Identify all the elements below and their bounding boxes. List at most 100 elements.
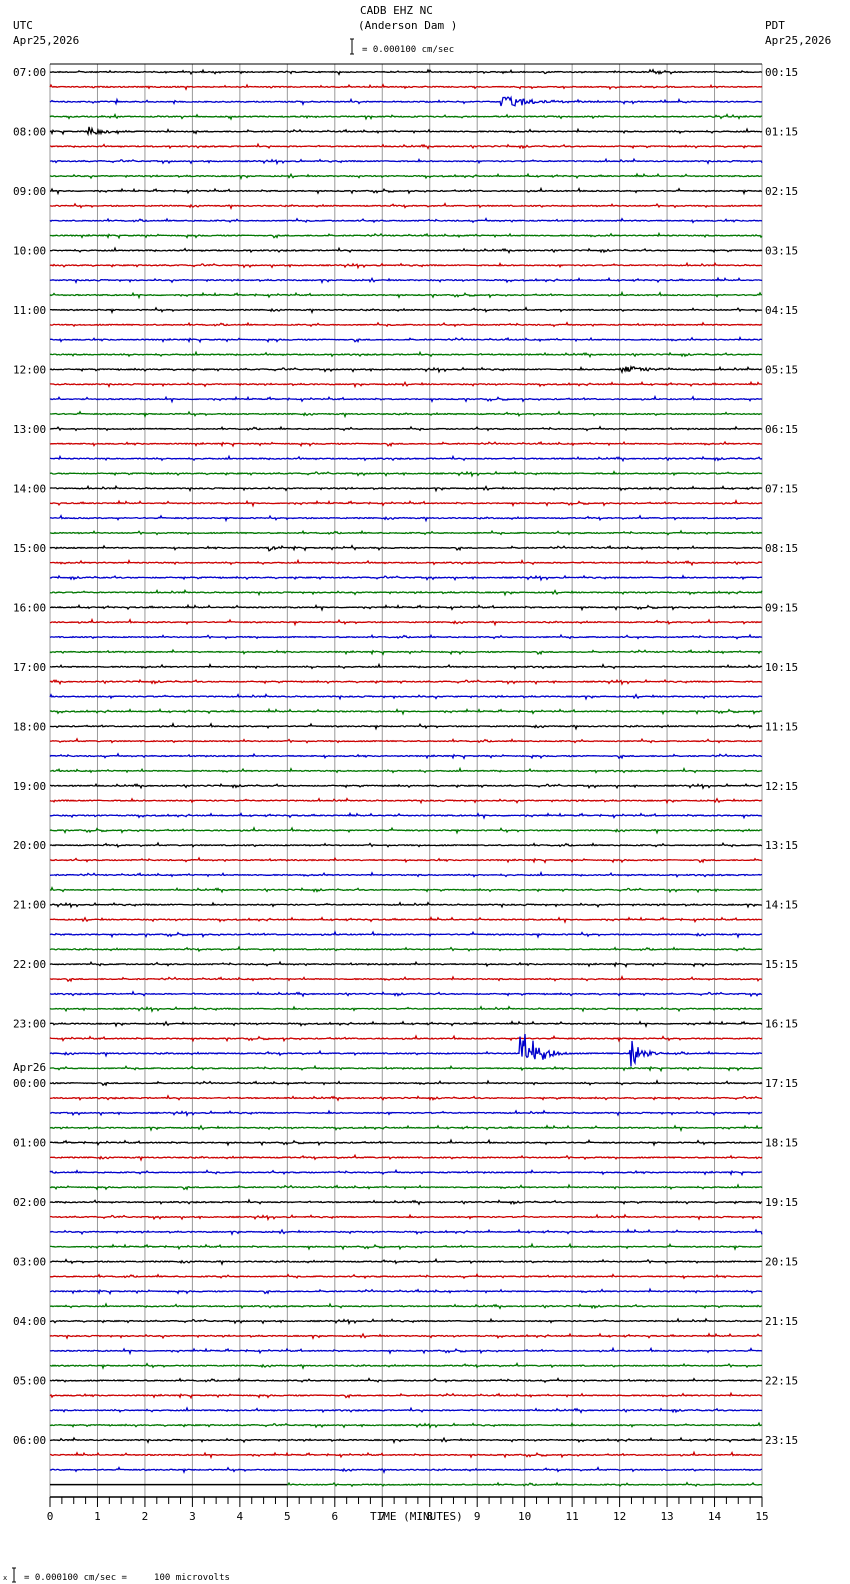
- seismic-trace: [49, 1198, 763, 1206]
- x-tick-label: 5: [284, 1510, 291, 1523]
- pdt-hour-label: 19:15: [765, 1196, 798, 1209]
- pdt-hour-label: 03:15: [765, 244, 798, 257]
- seismic-trace: [49, 290, 763, 300]
- seismic-trace: [49, 588, 763, 597]
- seismic-trace: [49, 380, 763, 389]
- seismic-trace: [49, 68, 763, 76]
- seismic-trace: [49, 112, 763, 121]
- seismic-trace: [49, 960, 763, 969]
- seismic-trace: [49, 574, 763, 582]
- utc-hour-label: 02:00: [13, 1196, 46, 1209]
- x-tick-label: 1: [94, 1510, 101, 1523]
- footer-scale-note: = 0.000100 cm/sec = 100 microvolts: [24, 1573, 230, 1583]
- x-tick-label: 15: [755, 1510, 768, 1523]
- seismic-trace: [49, 261, 763, 270]
- x-tick-label: 9: [474, 1510, 481, 1523]
- x-tick-label: 11: [566, 1510, 579, 1523]
- pdt-hour-label: 11:15: [765, 720, 798, 733]
- left-timezone: UTC: [13, 19, 33, 32]
- utc-hour-label: 05:00: [13, 1375, 46, 1388]
- seismic-trace: [49, 365, 763, 375]
- utc-hour-label: 00:00: [13, 1077, 46, 1090]
- pdt-hour-label: 21:15: [765, 1315, 798, 1328]
- utc-hour-label: 10:00: [13, 244, 46, 257]
- seismic-trace: [49, 1124, 763, 1133]
- pdt-hour-label: 14:15: [765, 899, 798, 912]
- seismic-trace: [49, 633, 763, 640]
- seismic-trace: [49, 930, 762, 939]
- seismic-trace: [50, 246, 763, 254]
- utc-hour-label: 09:00: [13, 185, 46, 198]
- seismic-trace: [49, 678, 763, 686]
- seismic-trace: [49, 410, 763, 419]
- pdt-hour-label: 08:15: [765, 542, 798, 555]
- utc-hour-label: 13:00: [13, 423, 46, 436]
- seismic-trace: [49, 737, 763, 744]
- utc-hour-label: 23:00: [13, 1018, 46, 1031]
- seismic-trace: [49, 1466, 762, 1475]
- seismic-trace: [49, 797, 763, 805]
- pdt-hour-label: 00:15: [765, 66, 798, 79]
- utc-hour-label: 07:00: [13, 66, 46, 79]
- seismic-trace: [49, 1242, 763, 1251]
- seismic-trace: [49, 83, 763, 91]
- seismic-trace: [49, 321, 763, 328]
- utc-hour-label: 01:00: [13, 1137, 46, 1150]
- utc-hour-label: 17:00: [13, 661, 46, 674]
- seismic-trace: [49, 1228, 763, 1236]
- x-tick-label: 4: [237, 1510, 244, 1523]
- seismic-trace: [49, 1436, 763, 1445]
- seismic-trace: [49, 1109, 763, 1117]
- seismic-trace: [49, 544, 763, 552]
- seismic-trace: [49, 1257, 763, 1266]
- seismic-trace: [49, 1183, 763, 1191]
- seismogram-chart: CADB EHZ NC (Anderson Dam ) UTC Apr25,20…: [3, 4, 831, 1583]
- seismic-trace: [49, 945, 763, 953]
- x-axis-label: TIME (MINUTES): [370, 1510, 463, 1523]
- x-tick-label: 3: [189, 1510, 196, 1523]
- seismic-trace: [49, 811, 763, 820]
- pdt-hour-label: 20:15: [765, 1256, 798, 1269]
- utc-hour-label: 08:00: [13, 125, 46, 138]
- seismic-trace: [49, 1346, 763, 1356]
- pdt-hour-label: 23:15: [765, 1434, 798, 1447]
- pdt-hour-label: 07:15: [765, 482, 798, 495]
- utc-hour-label: 11:00: [13, 304, 46, 317]
- seismic-trace: [50, 1302, 763, 1310]
- seismic-trace: [49, 1064, 763, 1073]
- pdt-hour-label: 22:15: [765, 1375, 798, 1388]
- seismic-trace: [49, 350, 763, 359]
- seismic-trace: [49, 841, 763, 849]
- seismic-trace: [49, 529, 763, 536]
- utc-hour-label: 21:00: [13, 899, 46, 912]
- day-change-label: Apr26: [13, 1061, 46, 1074]
- seismic-trace: [49, 186, 762, 196]
- pdt-hour-label: 18:15: [765, 1137, 798, 1150]
- seismic-trace: [49, 95, 763, 107]
- station-location: (Anderson Dam ): [358, 19, 457, 32]
- seismic-trace: [49, 454, 763, 463]
- seismic-trace: [49, 1034, 763, 1043]
- seismic-trace: [50, 202, 763, 211]
- seismic-trace: [49, 1020, 763, 1028]
- seismic-trace: [49, 1272, 763, 1280]
- seismic-trace: [49, 901, 763, 909]
- utc-hour-label: 06:00: [13, 1434, 46, 1447]
- seismic-trace: [49, 870, 763, 878]
- seismic-trace: [49, 231, 763, 240]
- seismic-trace: [50, 558, 763, 567]
- seismic-trace: [49, 1361, 762, 1370]
- seismic-trace: [49, 662, 763, 670]
- seismic-trace: [49, 916, 763, 924]
- utc-hour-label: 20:00: [13, 839, 46, 852]
- seismic-trace: [49, 425, 763, 432]
- utc-hour-label: 15:00: [13, 542, 46, 555]
- pdt-hour-label: 10:15: [765, 661, 798, 674]
- seismic-trace: [49, 1406, 763, 1414]
- seismic-trace: [49, 721, 763, 731]
- utc-hour-label: 19:00: [13, 780, 46, 793]
- pdt-hour-label: 15:15: [765, 958, 798, 971]
- x-tick-label: 6: [331, 1510, 338, 1523]
- scale-label: = 0.000100 cm/sec: [362, 45, 454, 55]
- seismic-trace: [49, 693, 763, 701]
